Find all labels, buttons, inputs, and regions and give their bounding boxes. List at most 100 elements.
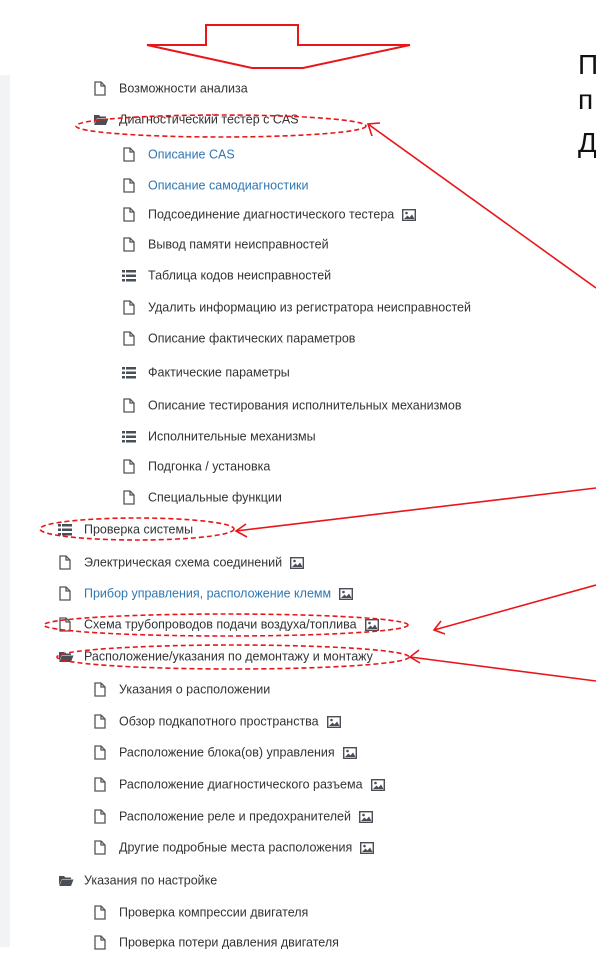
tree-item-label: Проверка потери давления двигателя xyxy=(119,935,339,950)
tree-item-label: Описание CAS xyxy=(148,147,235,162)
document-icon xyxy=(93,840,109,855)
list-icon xyxy=(122,366,138,379)
tree-item-control-unit-location[interactable]: Расположение блока(ов) управления xyxy=(93,741,357,763)
tree-item-diagnostic-tester[interactable]: Диагностический тестер с CAS xyxy=(93,108,299,130)
image-icon xyxy=(370,778,385,791)
image-icon xyxy=(359,810,373,823)
tree-item-actual-values-description[interactable]: Описание фактических параметров xyxy=(122,327,355,349)
tree-item-engine-bay-overview[interactable]: Обзор подкапотного пространства xyxy=(93,710,341,732)
tree-item-label: Расположение блока(ов) управления xyxy=(119,745,335,760)
tree-item-label: Расположение диагностического разъема xyxy=(119,777,363,792)
document-icon xyxy=(122,490,138,505)
tree-item-label: Проверка системы xyxy=(84,522,194,537)
image-icon xyxy=(360,841,375,854)
tree-item-analysis-capabilities[interactable]: Возможности анализа xyxy=(93,77,248,99)
list-icon xyxy=(122,269,138,282)
pointer-line-4 xyxy=(409,656,596,682)
image-icon xyxy=(342,746,357,759)
tree-item-label: Указания о расположении xyxy=(119,682,271,697)
tree-item-air-fuel-lines[interactable]: Схема трубопроводов подачи воздуха/топли… xyxy=(58,613,379,635)
image-icon xyxy=(402,208,417,221)
tree-item-label: Таблица кодов неисправностей xyxy=(148,268,332,283)
tree-item-cas-description[interactable]: Описание CAS xyxy=(122,143,235,165)
tree-item-label: Расположение/указания по демонтажу и мон… xyxy=(84,649,373,664)
tree-item-other-locations[interactable]: Другие подробные места расположения xyxy=(93,836,375,858)
tree-item-label: Подсоединение диагностического тестера xyxy=(148,207,395,222)
tree-item-location-notes[interactable]: Указания о расположении xyxy=(93,678,270,700)
pointer-line-2 xyxy=(235,487,596,532)
tree-item-clear-fault-memory[interactable]: Удалить информацию из регистратора неисп… xyxy=(122,296,471,318)
tree-item-label: Схема трубопроводов подачи воздуха/топли… xyxy=(84,617,357,632)
document-icon xyxy=(122,300,138,315)
document-icon xyxy=(93,745,109,760)
side-text-fragment-3: Д xyxy=(578,127,596,158)
tree-item-pressure-loss-check[interactable]: Проверка потери давления двигателя xyxy=(93,931,339,953)
document-icon xyxy=(58,555,74,570)
pointer-head-3 xyxy=(432,620,446,635)
tree-item-special-functions[interactable]: Специальные функции xyxy=(122,486,282,508)
tree-item-label: Описание самодиагностики xyxy=(148,178,309,193)
tree-item-label: Исполнительные механизмы xyxy=(148,429,316,444)
tree-item-compression-check[interactable]: Проверка компрессии двигателя xyxy=(93,901,308,923)
tree-item-actuator-test-description[interactable]: Описание тестирования исполнительных мех… xyxy=(122,394,462,416)
document-icon xyxy=(122,331,138,346)
tree-item-label: Подгонка / установка xyxy=(148,459,271,474)
tree-item-system-check[interactable]: Проверка системы xyxy=(58,518,193,540)
tree-item-label: Проверка компрессии двигателя xyxy=(119,905,309,920)
document-icon xyxy=(122,147,138,162)
side-text-fragment-1: П xyxy=(578,49,596,80)
tree-item-label: Возможности анализа xyxy=(119,81,248,96)
document-icon xyxy=(93,935,109,950)
tree-item-label: Диагностический тестер с CAS xyxy=(119,112,299,127)
tree-item-label: Обзор подкапотного пространства xyxy=(119,714,319,729)
tree-item-adjustment[interactable]: Подгонка / установка xyxy=(122,455,270,477)
tree-item-label: Расположение реле и предохранителей xyxy=(119,809,351,824)
document-icon xyxy=(93,809,109,824)
tree-item-label: Удалить информацию из регистратора неисп… xyxy=(148,300,471,315)
document-icon xyxy=(122,459,138,474)
folder-open-icon xyxy=(58,650,74,663)
tree-item-actual-values[interactable]: Фактические параметры xyxy=(122,361,290,383)
document-icon xyxy=(93,777,109,792)
document-icon xyxy=(93,81,109,96)
image-icon xyxy=(339,587,354,600)
tree-item-relay-fuse-location[interactable]: Расположение реле и предохранителей xyxy=(93,805,373,827)
image-icon xyxy=(364,618,379,631)
down-arrow-annotation xyxy=(146,24,411,69)
pointer-head-4 xyxy=(408,649,421,664)
tree-item-adjustment-notes[interactable]: Указания по настройке xyxy=(58,869,217,891)
tree-item-wiring-diagram[interactable]: Электрическая схема соединений xyxy=(58,551,305,573)
tree-item-label: Другие подробные места расположения xyxy=(119,840,353,855)
pointer-line-3 xyxy=(433,584,596,631)
tree-item-control-unit-pinout[interactable]: Прибор управления, расположение клемм xyxy=(58,582,354,604)
pointer-head-1 xyxy=(366,122,381,137)
document-icon xyxy=(93,682,109,697)
tree-item-fault-codes-table[interactable]: Таблица кодов неисправностей xyxy=(122,264,331,286)
side-text-fragment-2: п xyxy=(578,84,594,115)
list-icon xyxy=(58,523,74,536)
tree-item-label: Вывод памяти неисправностей xyxy=(148,237,329,252)
tree-item-label: Описание фактических параметров xyxy=(148,331,356,346)
left-panel-strip xyxy=(0,75,10,947)
document-icon xyxy=(122,237,138,252)
tree-item-actuators[interactable]: Исполнительные механизмы xyxy=(122,425,316,447)
document-icon xyxy=(58,617,74,632)
tree-item-label: Указания по настройке xyxy=(84,873,218,888)
folder-open-icon xyxy=(58,874,74,887)
tree-item-label: Прибор управления, расположение клемм xyxy=(84,586,332,601)
document-icon xyxy=(122,178,138,193)
image-icon xyxy=(326,715,341,728)
tree-item-fault-memory[interactable]: Вывод памяти неисправностей xyxy=(122,233,329,255)
tree-item-connect-tester[interactable]: Подсоединение диагностического тестера xyxy=(122,203,417,225)
tree-item-label: Описание тестирования исполнительных мех… xyxy=(148,398,462,413)
tree-item-self-diagnostics[interactable]: Описание самодиагностики xyxy=(122,174,309,196)
tree-item-label: Специальные функции xyxy=(148,490,282,505)
document-icon xyxy=(93,905,109,920)
document-icon xyxy=(58,586,74,601)
pointer-head-2 xyxy=(234,523,248,538)
tree-item-diagnostic-connector-location[interactable]: Расположение диагностического разъема xyxy=(93,773,385,795)
document-icon xyxy=(93,714,109,729)
document-icon xyxy=(122,207,138,222)
tree-item-label: Электрическая схема соединений xyxy=(84,555,283,570)
tree-item-location-removal-installation[interactable]: Расположение/указания по демонтажу и мон… xyxy=(58,645,373,667)
